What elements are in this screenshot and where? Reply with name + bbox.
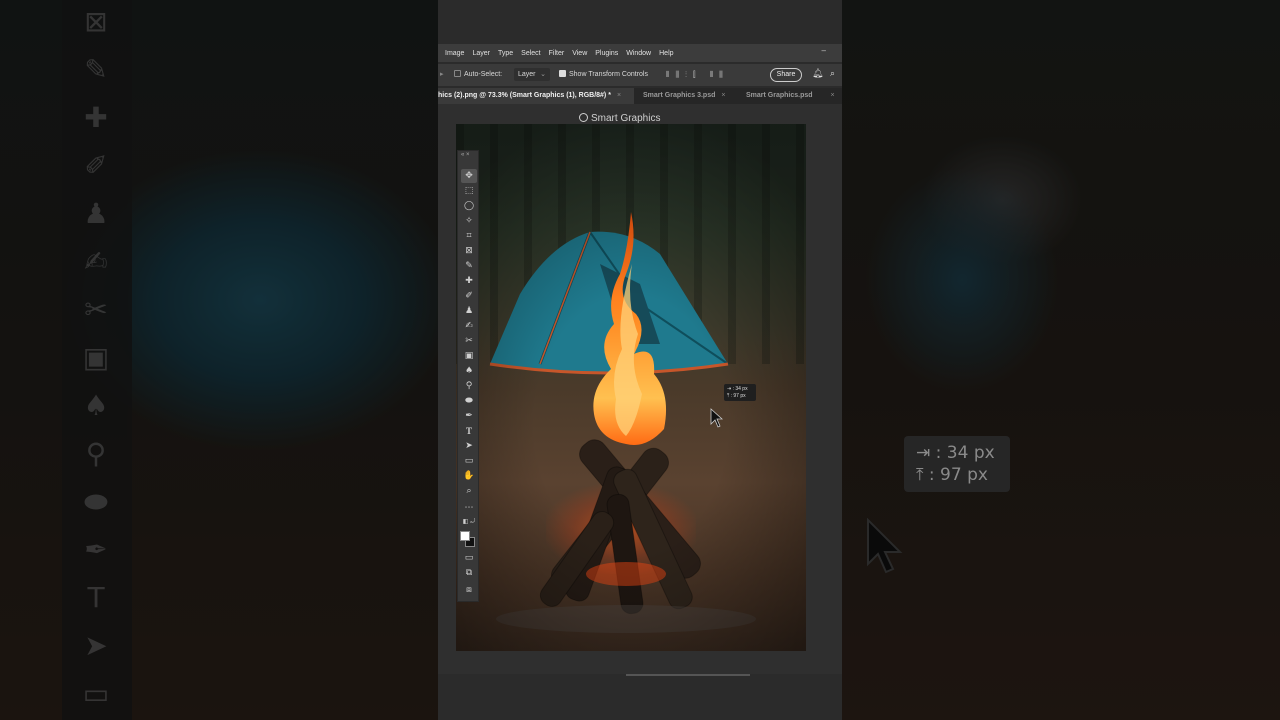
tab-smart-graphics[interactable]: Smart Graphics.psd × xyxy=(746,88,842,104)
screen-mode-icon[interactable]: ⧉ xyxy=(461,566,477,580)
type-tool-icon[interactable]: T xyxy=(461,424,477,438)
close-icon[interactable]: × xyxy=(617,92,621,99)
menu-window[interactable]: Window xyxy=(626,50,651,57)
tools-panel: « × ✥ ⬚ ◯ ✧ ⌗ ⊠ ✎ ✚ ✐ ♟ ✍ ✂ ▣ ♠ ⚲ ⬬ ✒ T … xyxy=(457,150,479,602)
blur-tool-icon[interactable]: ♠ xyxy=(461,364,477,378)
show-transform-label: Show Transform Controls xyxy=(569,71,648,78)
auto-select-label: Auto-Select: xyxy=(464,71,503,78)
auto-select-checkbox[interactable] xyxy=(454,70,461,77)
menu-help[interactable]: Help xyxy=(659,50,673,57)
tab-label: Smart Graphics 3.psd xyxy=(643,92,716,99)
blurred-readout-x: ⇥ : 34 px xyxy=(916,443,995,463)
photoshop-window: Image Layer Type Select Filter View Plug… xyxy=(438,0,842,720)
generative-fill-icon[interactable]: ⧈ xyxy=(461,583,477,597)
move-tool-icon[interactable]: ✥ xyxy=(461,169,477,183)
dim-overlay xyxy=(842,0,1280,720)
pen-tool-icon[interactable]: ✒ xyxy=(461,409,477,423)
document-title-text: Smart Graphics xyxy=(591,113,661,124)
quick-mask-icon[interactable]: ▭ xyxy=(461,551,477,565)
search-icon[interactable]: ⌕ xyxy=(830,68,835,79)
show-transform-checkbox[interactable] xyxy=(559,70,566,77)
document-tabs: hics (2).png @ 73.3% (Smart Graphics (1)… xyxy=(438,88,842,104)
distance-readout: ⇥ : 34 px ⤒ : 97 px xyxy=(724,384,756,401)
foreground-color-swatch[interactable] xyxy=(460,531,470,541)
options-bar: ▸ Auto-Select: Layer ⌄ Show Transform Co… xyxy=(438,64,842,86)
menu-layer[interactable]: Layer xyxy=(472,50,490,57)
tools-panel-header[interactable]: « × xyxy=(458,151,478,160)
document-title: Smart Graphics xyxy=(579,113,660,124)
blurred-distance-readout: ⇥ : 34 px ⤒ : 97 px xyxy=(904,436,1010,492)
menu-filter[interactable]: Filter xyxy=(549,50,565,57)
video-frame: ⊠ ✎ ✚ ✐ ♟ ✍ ✂ ▣ ♠ ⚲ ⬬ ✒ T ➤ ▭ ⇥ : 34 px … xyxy=(0,0,1280,720)
menu-bar: Image Layer Type Select Filter View Plug… xyxy=(438,44,842,62)
auto-select-option[interactable]: Auto-Select: xyxy=(454,70,502,78)
menu-image[interactable]: Image xyxy=(445,50,464,57)
crop-tool-icon[interactable]: ⌗ xyxy=(461,229,477,243)
more-tools-icon[interactable]: ⋯ xyxy=(461,501,477,515)
gradient-tool-icon[interactable]: ▣ xyxy=(461,349,477,363)
tab-label: hics (2).png @ 73.3% (Smart Graphics (1)… xyxy=(438,92,611,99)
brush-tool-icon[interactable]: ✐ xyxy=(461,289,477,303)
status-bar xyxy=(438,674,842,720)
blurred-readout-y: ⤒ : 97 px xyxy=(916,465,988,485)
dim-overlay xyxy=(0,0,438,720)
clone-stamp-tool-icon[interactable]: ♟ xyxy=(461,304,477,318)
menu-plugins[interactable]: Plugins xyxy=(595,50,618,57)
menu-view[interactable]: View xyxy=(572,50,587,57)
default-colors-icon[interactable]: ◧ ⤾ xyxy=(461,515,477,529)
blurred-background-left: ⊠ ✎ ✚ ✐ ♟ ✍ ✂ ▣ ♠ ⚲ ⬬ ✒ T ➤ ▭ xyxy=(0,0,438,720)
history-brush-tool-icon[interactable]: ✍ xyxy=(461,319,477,333)
show-transform-option[interactable]: Show Transform Controls xyxy=(559,70,648,78)
eyedropper-tool-icon[interactable]: ✎ xyxy=(461,259,477,273)
rectangle-tool-icon[interactable]: ▭ xyxy=(461,454,477,468)
tab-smart-graphics-3[interactable]: Smart Graphics 3.psd × xyxy=(643,88,743,104)
close-icon[interactable]: × xyxy=(721,92,725,99)
menu-select[interactable]: Select xyxy=(521,50,540,57)
burn-tool-icon[interactable]: ⬬ xyxy=(461,394,477,408)
mouse-cursor-icon xyxy=(710,408,724,428)
dodge-tool-icon[interactable]: ⚲ xyxy=(461,379,477,393)
readout-y: ⤒ : 97 px xyxy=(727,392,746,399)
menu-type[interactable]: Type xyxy=(498,50,513,57)
blurred-cursor-icon xyxy=(867,518,903,574)
tool-preset-chevron-icon[interactable]: ▸ xyxy=(440,70,444,78)
blurred-background-right: ⇥ : 34 px ⤒ : 97 px xyxy=(842,0,1280,720)
bell-icon[interactable]: 🔔︎ xyxy=(812,68,823,79)
lasso-tool-icon[interactable]: ◯ xyxy=(461,199,477,213)
magic-wand-tool-icon[interactable]: ✧ xyxy=(461,214,477,228)
close-icon[interactable]: × xyxy=(831,92,835,99)
healing-brush-tool-icon[interactable]: ✚ xyxy=(461,274,477,288)
tab-document-active[interactable]: hics (2).png @ 73.3% (Smart Graphics (1)… xyxy=(438,88,634,104)
chevron-down-icon: ⌄ xyxy=(540,71,546,78)
auto-select-target-dropdown[interactable]: Layer ⌄ xyxy=(514,68,550,81)
marquee-tool-icon[interactable]: ⬚ xyxy=(461,184,477,198)
zoom-tool-icon[interactable]: ⌕ xyxy=(461,484,477,498)
align-icons[interactable]: ⫴⫼⫶⫿ ⫴⫼ xyxy=(666,70,729,80)
auto-select-target-value: Layer xyxy=(518,71,536,78)
hand-tool-icon[interactable]: ✋ xyxy=(461,469,477,483)
path-selection-tool-icon[interactable]: ➤ xyxy=(461,439,477,453)
minimize-button[interactable]: – xyxy=(822,46,826,55)
smart-graphics-icon xyxy=(579,113,588,122)
tab-label: Smart Graphics.psd xyxy=(746,92,813,99)
frame-tool-icon[interactable]: ⊠ xyxy=(461,244,477,258)
eraser-tool-icon[interactable]: ✂ xyxy=(461,334,477,348)
horizontal-scrollbar[interactable] xyxy=(626,674,750,676)
share-button[interactable]: Share xyxy=(770,68,802,82)
